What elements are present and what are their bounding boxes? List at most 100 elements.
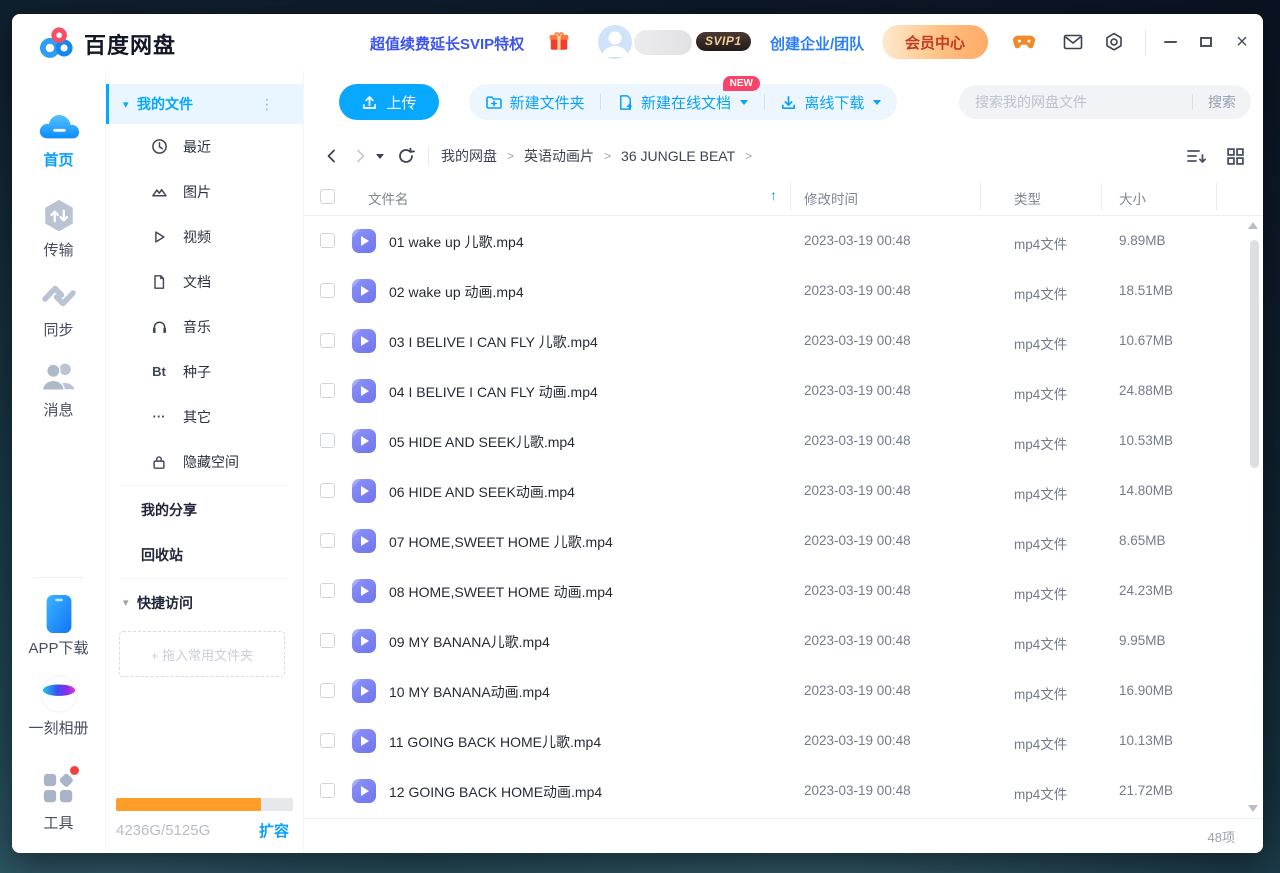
column-header-modified[interactable]: 修改时间 [804, 188, 858, 208]
rail-item-sync[interactable]: 同步 [12, 276, 105, 340]
games-icon[interactable] [1013, 31, 1035, 53]
sidebar-item-music[interactable]: 音乐 [106, 304, 303, 349]
table-row[interactable]: 03 I BELIVE I CAN FLY 儿歌.mp4 2023-03-19 … [304, 316, 1263, 366]
file-name[interactable]: 11 GOING BACK HOME儿歌.mp4 [389, 732, 601, 752]
rail-label: 一刻相册 [12, 717, 105, 738]
rail-item-tools[interactable]: 工具 [12, 769, 105, 833]
close-button[interactable]: × [1228, 28, 1256, 56]
upload-button[interactable]: 上传 [339, 84, 439, 120]
row-checkbox[interactable] [320, 533, 335, 548]
select-all-checkbox[interactable] [320, 189, 335, 204]
table-row[interactable]: 01 wake up 儿歌.mp4 2023-03-19 00:48 mp4文件… [304, 216, 1263, 266]
row-checkbox[interactable] [320, 383, 335, 398]
file-name[interactable]: 05 HIDE AND SEEK儿歌.mp4 [389, 432, 575, 452]
table-row[interactable]: 04 I BELIVE I CAN FLY 动画.mp4 2023-03-19 … [304, 366, 1263, 416]
breadcrumb-root[interactable]: 我的网盘 [441, 146, 497, 166]
maximize-button[interactable] [1192, 28, 1220, 56]
file-name[interactable]: 01 wake up 儿歌.mp4 [389, 232, 524, 252]
scrollbar-thumb[interactable] [1250, 240, 1259, 468]
sidebar-item-my-files[interactable]: ▾ 我的文件 ⋮ [106, 84, 303, 124]
file-type: mp4文件 [1014, 233, 1067, 253]
rail-item-photos[interactable]: 一刻相册 [12, 674, 105, 738]
member-center-button[interactable]: 会员中心 [882, 25, 988, 59]
settings-gear-icon[interactable] [1103, 31, 1125, 53]
grid-view-icon[interactable] [1226, 147, 1245, 166]
caret-down-icon[interactable]: ▾ [123, 596, 137, 609]
table-row[interactable]: 05 HIDE AND SEEK儿歌.mp4 2023-03-19 00:48 … [304, 416, 1263, 466]
sidebar-item-hidden-space[interactable]: 隐藏空间 [106, 439, 303, 484]
breadcrumb-current[interactable]: 36 JUNGLE BEAT [621, 148, 735, 164]
column-header-type[interactable]: 类型 [1014, 188, 1041, 208]
file-name[interactable]: 04 I BELIVE I CAN FLY 动画.mp4 [389, 382, 598, 402]
sidebar-item-my-share[interactable]: 我的分享 [106, 487, 303, 532]
new-online-doc-button[interactable]: NEW 新建在线文档 [617, 92, 748, 113]
table-row[interactable]: 10 MY BANANA动画.mp4 2023-03-19 00:48 mp4文… [304, 666, 1263, 716]
rail-item-messages[interactable]: 消息 [12, 356, 105, 420]
gift-icon[interactable] [548, 30, 570, 52]
scrollbar-up-arrow[interactable] [1248, 222, 1258, 229]
kebab-menu-icon[interactable]: ⋮ [260, 96, 275, 113]
row-checkbox[interactable] [320, 683, 335, 698]
row-checkbox[interactable] [320, 783, 335, 798]
breadcrumb-folder[interactable]: 英语动画片 [524, 146, 594, 166]
file-name[interactable]: 12 GOING BACK HOME动画.mp4 [389, 782, 602, 802]
row-checkbox[interactable] [320, 233, 335, 248]
file-name[interactable]: 09 MY BANANA儿歌.mp4 [389, 632, 550, 652]
drag-folder-dropzone[interactable]: + 拖入常用文件夹 [119, 631, 285, 677]
offline-download-button[interactable]: 离线下载 [780, 92, 881, 113]
row-checkbox[interactable] [320, 433, 335, 448]
mail-icon[interactable] [1062, 31, 1084, 53]
search-input[interactable] [959, 94, 1192, 110]
scrollbar-down-arrow[interactable] [1248, 805, 1258, 812]
nav-back-icon[interactable] [320, 148, 344, 164]
create-team-link[interactable]: 创建企业/团队 [770, 33, 864, 54]
sidebar-item-pictures[interactable]: 图片 [106, 169, 303, 214]
file-name[interactable]: 03 I BELIVE I CAN FLY 儿歌.mp4 [389, 332, 598, 352]
new-folder-button[interactable]: 新建文件夹 [485, 92, 585, 113]
rail-item-transfer[interactable]: 传输 [12, 196, 105, 260]
sort-list-icon[interactable] [1186, 147, 1208, 165]
minimize-button[interactable] [1156, 28, 1184, 56]
file-name[interactable]: 10 MY BANANA动画.mp4 [389, 682, 550, 702]
sidebar-item-quick-access[interactable]: ▾ 快捷访问 [106, 580, 303, 625]
column-header-size[interactable]: 大小 [1119, 188, 1146, 208]
rail-item-home[interactable]: 首页 [12, 106, 105, 170]
column-header-name[interactable]: 文件名 [368, 188, 409, 208]
file-name[interactable]: 08 HOME,SWEET HOME 动画.mp4 [389, 582, 613, 602]
sidebar-item-videos[interactable]: 视频 [106, 214, 303, 259]
row-checkbox[interactable] [320, 633, 335, 648]
app-title: 百度网盘 [84, 28, 176, 60]
refresh-icon[interactable] [394, 147, 418, 165]
row-checkbox[interactable] [320, 283, 335, 298]
row-checkbox[interactable] [320, 733, 335, 748]
nav-forward-icon[interactable] [348, 148, 372, 164]
sidebar-item-recent[interactable]: 最近 [106, 124, 303, 169]
sync-icon [37, 276, 81, 316]
sidebar-item-others[interactable]: ··· 其它 [106, 394, 303, 439]
svip-promo-link[interactable]: 超值续费延长SVIP特权 [370, 33, 524, 54]
expand-storage-link[interactable]: 扩容 [259, 820, 289, 841]
history-dropdown-icon[interactable] [376, 154, 384, 159]
svip-level-badge[interactable]: SVIP1 [696, 32, 751, 51]
row-checkbox[interactable] [320, 333, 335, 348]
user-avatar[interactable] [598, 25, 632, 59]
caret-down-icon[interactable]: ▾ [123, 98, 137, 111]
file-name[interactable]: 07 HOME,SWEET HOME 儿歌.mp4 [389, 532, 613, 552]
table-row[interactable]: 07 HOME,SWEET HOME 儿歌.mp4 2023-03-19 00:… [304, 516, 1263, 566]
search-button[interactable]: 搜索 [1193, 92, 1251, 112]
table-row[interactable]: 11 GOING BACK HOME儿歌.mp4 2023-03-19 00:4… [304, 716, 1263, 766]
file-name[interactable]: 06 HIDE AND SEEK动画.mp4 [389, 482, 575, 502]
table-row[interactable]: 06 HIDE AND SEEK动画.mp4 2023-03-19 00:48 … [304, 466, 1263, 516]
table-row[interactable]: 09 MY BANANA儿歌.mp4 2023-03-19 00:48 mp4文… [304, 616, 1263, 666]
sort-ascending-icon[interactable]: ↑ [770, 187, 777, 203]
row-checkbox[interactable] [320, 583, 335, 598]
sidebar-item-torrents[interactable]: Bt 种子 [106, 349, 303, 394]
table-row[interactable]: 08 HOME,SWEET HOME 动画.mp4 2023-03-19 00:… [304, 566, 1263, 616]
rail-item-app-download[interactable]: APP下载 [12, 594, 105, 658]
table-row[interactable]: 12 GOING BACK HOME动画.mp4 2023-03-19 00:4… [304, 766, 1263, 816]
file-name[interactable]: 02 wake up 动画.mp4 [389, 282, 524, 302]
table-row[interactable]: 02 wake up 动画.mp4 2023-03-19 00:48 mp4文件… [304, 266, 1263, 316]
row-checkbox[interactable] [320, 483, 335, 498]
sidebar-item-recycle-bin[interactable]: 回收站 [106, 532, 303, 577]
sidebar-item-docs[interactable]: 文档 [106, 259, 303, 304]
